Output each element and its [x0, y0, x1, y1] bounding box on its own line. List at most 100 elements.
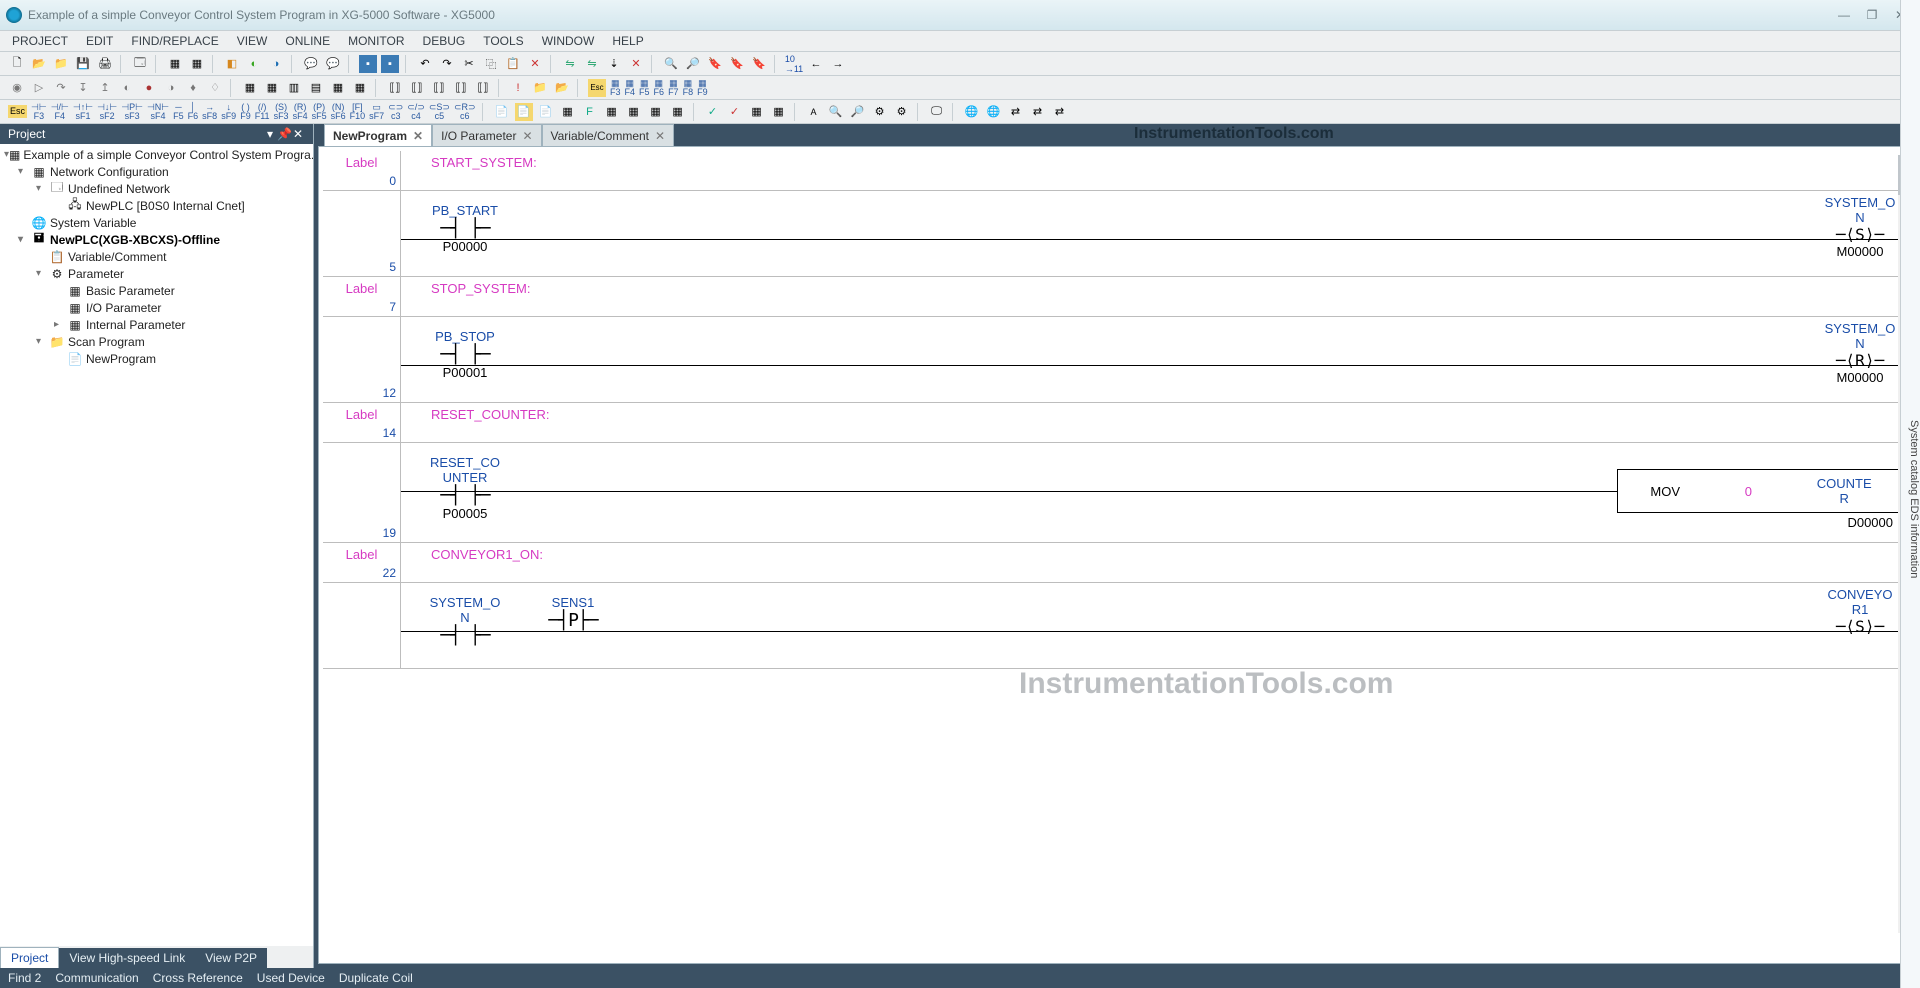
bp4-icon[interactable]: ♢: [206, 79, 224, 97]
t3-f11[interactable]: (/)F11: [255, 103, 270, 121]
t3-c5[interactable]: ⊂S⊃c5: [429, 103, 450, 121]
panel-tab-project[interactable]: Project: [0, 947, 59, 968]
close-icon[interactable]: ✕: [522, 129, 532, 143]
t3-c3[interactable]: ⊂⊃c3: [388, 103, 403, 121]
bookmark2-icon[interactable]: 🔖: [728, 55, 746, 73]
ladder-rung[interactable]: 19RESET_CO UNTER─┤ ├─P00005MOV0COUNTE RD…: [323, 443, 1911, 543]
folder-icon[interactable]: 📁: [531, 79, 549, 97]
view6-icon[interactable]: ▦: [603, 103, 621, 121]
panel-dropdown-icon[interactable]: ▾: [263, 127, 277, 141]
check4-icon[interactable]: ▦: [770, 103, 788, 121]
stepover-icon[interactable]: ↷: [52, 79, 70, 97]
f7-label[interactable]: ▦F7: [668, 79, 679, 97]
menu-findreplace[interactable]: FIND/REPLACE: [131, 34, 218, 48]
view8-icon[interactable]: ▦: [647, 103, 665, 121]
tree-newprogram[interactable]: 📄NewProgram: [0, 350, 313, 367]
save-icon[interactable]: 💾: [74, 55, 92, 73]
net1-icon[interactable]: ⇄: [1007, 103, 1025, 121]
view3-icon[interactable]: 📄: [537, 103, 555, 121]
zoomin-icon[interactable]: 🔍: [827, 103, 845, 121]
t3-esc[interactable]: Esc: [8, 105, 27, 118]
view9-icon[interactable]: ▦: [669, 103, 687, 121]
paste-icon[interactable]: 📋: [504, 55, 522, 73]
t3-sf4b[interactable]: (R)sF4: [293, 103, 308, 121]
t3-c6[interactable]: ⊂R⊃c6: [454, 103, 476, 121]
grid6-icon[interactable]: ▦: [351, 79, 369, 97]
f3-label[interactable]: ▦F3: [610, 79, 621, 97]
t3-sf1[interactable]: ⊣↑⊢sF1: [73, 103, 93, 121]
menu-monitor[interactable]: MONITOR: [348, 34, 404, 48]
esc-icon[interactable]: Esc: [588, 79, 606, 97]
ladder-rung[interactable]: Label0START_SYSTEM:: [323, 151, 1911, 191]
module2-icon[interactable]: ▦: [188, 55, 206, 73]
monitor-icon[interactable]: 🖵: [928, 103, 946, 121]
undo-icon[interactable]: ↶: [416, 55, 434, 73]
tree-variable-comment[interactable]: 📋Variable/Comment: [0, 248, 313, 265]
panel-close-icon[interactable]: ✕: [291, 127, 305, 141]
delete-icon[interactable]: ✕: [526, 55, 544, 73]
check3-icon[interactable]: ▦: [748, 103, 766, 121]
menu-edit[interactable]: EDIT: [86, 34, 113, 48]
ladder-editor[interactable]: Label0START_SYSTEM:5PB_START─┤ ├─P00000S…: [318, 146, 1916, 964]
view5-icon[interactable]: F: [581, 103, 599, 121]
menu-help[interactable]: HELP: [612, 34, 643, 48]
ab-icon[interactable]: A: [805, 103, 823, 121]
tree-basic-parameter[interactable]: ▦Basic Parameter: [0, 282, 313, 299]
b4-icon[interactable]: ⟦⟧: [452, 79, 470, 97]
status-duplicatecoil[interactable]: Duplicate Coil: [339, 971, 413, 985]
ladder-rung[interactable]: 12PB_STOP─┤ ├─P00001SYSTEM_O N─⟨R⟩─M0000…: [323, 317, 1911, 403]
ladder-rung[interactable]: Label22CONVEYOR1_ON:: [323, 543, 1911, 583]
t3-f10[interactable]: [F]F10: [350, 103, 366, 121]
menu-view[interactable]: VIEW: [237, 34, 268, 48]
block2-icon[interactable]: ▪: [381, 55, 399, 73]
project-tree[interactable]: ▾▦Example of a simple Conveyor Control S…: [0, 144, 313, 946]
bookmark-icon[interactable]: 🔖: [706, 55, 724, 73]
grid1-icon[interactable]: ▦: [241, 79, 259, 97]
net3-icon[interactable]: ⇄: [1051, 103, 1069, 121]
excl-icon[interactable]: !: [509, 79, 527, 97]
grid3-icon[interactable]: ▥: [285, 79, 303, 97]
t3-f6[interactable]: │F6: [188, 103, 199, 121]
tree-root[interactable]: ▾▦Example of a simple Conveyor Control S…: [0, 146, 313, 163]
menu-project[interactable]: PROJECT: [12, 34, 68, 48]
t3-sf5[interactable]: (P)sF5: [312, 103, 327, 121]
tree-undefined-network[interactable]: ▾🗔Undefined Network: [0, 180, 313, 197]
t3-sf3[interactable]: ⊣P⊢sF3: [121, 103, 143, 121]
close-icon[interactable]: ✕: [413, 129, 423, 143]
linkdel-icon[interactable]: ✕: [627, 55, 645, 73]
tab-ioparameter[interactable]: I/O Parameter✕: [432, 124, 541, 146]
t3-f9[interactable]: ( )F9: [240, 103, 251, 121]
menu-debug[interactable]: DEBUG: [423, 34, 466, 48]
b1-icon[interactable]: ⟦⟧: [386, 79, 404, 97]
status-crossref[interactable]: Cross Reference: [153, 971, 243, 985]
t3-sf9[interactable]: ↓sF9: [221, 103, 236, 121]
grid4-icon[interactable]: ▤: [307, 79, 325, 97]
copy-icon[interactable]: ⿻: [482, 55, 500, 73]
menu-online[interactable]: ONLINE: [285, 34, 330, 48]
tree-network-config[interactable]: ▾▦Network Configuration: [0, 163, 313, 180]
tree-scan-program[interactable]: ▾📁Scan Program: [0, 333, 313, 350]
t3-sf2[interactable]: ⊣↓⊢sF2: [97, 103, 117, 121]
f6-label[interactable]: ▦F6: [654, 79, 665, 97]
link-icon[interactable]: ⇋: [561, 55, 579, 73]
t3-sf8[interactable]: →sF8: [202, 103, 217, 121]
b5-icon[interactable]: ⟦⟧: [474, 79, 492, 97]
ladder-rung[interactable]: Label14RESET_COUNTER:: [323, 403, 1911, 443]
t3-f5[interactable]: ─F5: [173, 103, 184, 121]
grid2-icon[interactable]: ▦: [263, 79, 281, 97]
globe2-icon[interactable]: 🌐: [985, 103, 1003, 121]
prev-icon[interactable]: ←: [807, 55, 825, 73]
status-useddevice[interactable]: Used Device: [257, 971, 325, 985]
bp3-icon[interactable]: ♦: [184, 79, 202, 97]
view1-icon[interactable]: 📄: [493, 103, 511, 121]
disconnect-icon[interactable]: ◐: [245, 55, 263, 73]
window-icon[interactable]: 🗔: [131, 55, 149, 73]
tree-newplc-b0s0[interactable]: 🖧NewPLC [B0S0 Internal Cnet]: [0, 197, 313, 214]
b2-icon[interactable]: ⟦⟧: [408, 79, 426, 97]
t3-c4[interactable]: ⊂/⊃c4: [407, 103, 425, 121]
step10-icon[interactable]: 10→11: [785, 55, 803, 73]
break-icon[interactable]: ◐: [118, 79, 136, 97]
open-icon[interactable]: 📂: [30, 55, 48, 73]
module-icon[interactable]: ▦: [166, 55, 184, 73]
redo-icon[interactable]: ↷: [438, 55, 456, 73]
